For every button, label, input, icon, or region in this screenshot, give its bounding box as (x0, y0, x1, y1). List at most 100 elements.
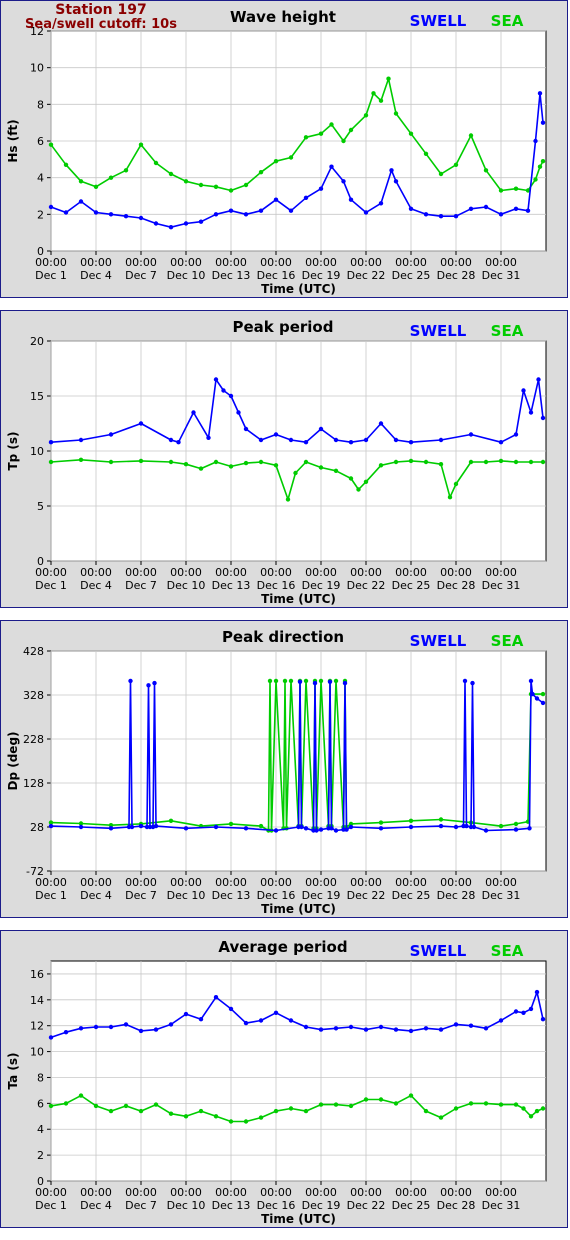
data-point-swell (468, 1023, 474, 1028)
data-point-swell (258, 1018, 264, 1023)
data-point-sea (408, 818, 414, 823)
x-tick-label-time: 00:00 (260, 1186, 292, 1199)
data-point-swell (348, 1024, 354, 1030)
x-tick-label-time: 00:00 (215, 1186, 247, 1199)
data-point-sea (267, 678, 273, 684)
data-point-sea (483, 168, 489, 173)
data-point-sea (93, 1103, 99, 1109)
data-point-swell (213, 377, 219, 382)
data-point-sea (438, 1115, 444, 1120)
data-point-sea (258, 823, 264, 829)
data-point-sea (198, 466, 204, 471)
data-point-sea (228, 821, 234, 827)
data-point-swell (533, 138, 538, 144)
data-point-swell (303, 440, 309, 445)
data-point-swell (258, 208, 264, 213)
data-point-sea (108, 459, 114, 465)
x-tick-label-date: Dec 16 (257, 889, 296, 902)
legend-swell: SWELL (410, 322, 467, 340)
data-point-swell (123, 214, 129, 219)
data-point-sea (521, 1106, 526, 1111)
data-point-sea (534, 1108, 540, 1114)
data-point-swell (108, 432, 114, 437)
data-point-swell (128, 678, 133, 684)
data-point-swell (408, 440, 414, 445)
data-point-swell (468, 206, 474, 211)
data-point-swell (312, 680, 318, 686)
data-point-sea (371, 91, 376, 96)
x-tick-label-time: 00:00 (395, 1186, 427, 1199)
x-tick-label-time: 00:00 (125, 1186, 157, 1199)
data-point-sea (363, 1097, 369, 1102)
data-point-swell (318, 827, 324, 832)
data-point-swell (498, 440, 504, 445)
data-point-swell (191, 410, 196, 415)
legend-sea: SEA (491, 632, 524, 650)
x-tick-label-date: Dec 1 (35, 889, 67, 902)
x-tick-label-time: 00:00 (350, 566, 382, 579)
x-tick-label-time: 00:00 (485, 566, 517, 579)
chart-panel-wave-height: 0 2 4 6 8 10 12 00:00 Dec 1 00:00 Dec 4 00:00 Dec 70… (0, 0, 568, 298)
x-tick-label-date: Dec 7 (125, 1199, 157, 1212)
data-point-sea (348, 476, 354, 481)
data-point-swell (138, 215, 144, 221)
x-tick-label-date: Dec 4 (80, 1199, 112, 1212)
data-point-sea (528, 459, 534, 465)
data-point-swell (348, 440, 354, 445)
station-block: Station 197 Sea/swell cutoff: 10s (1, 3, 201, 32)
data-point-sea (228, 464, 234, 469)
legend-sea: SEA (491, 12, 524, 30)
data-point-swell (483, 828, 489, 833)
data-point-sea (138, 458, 144, 464)
data-point-swell (393, 179, 399, 184)
x-axis-label: Time (UTC) (261, 902, 336, 916)
data-point-sea (213, 184, 219, 189)
x-tick-label-date: Dec 19 (302, 1199, 341, 1212)
data-point-swell (483, 1026, 489, 1031)
data-point-sea (288, 1106, 294, 1111)
data-point-sea (386, 76, 391, 81)
data-point-swell (423, 1026, 429, 1031)
data-point-swell (108, 212, 114, 217)
data-point-sea (341, 138, 346, 144)
data-point-swell (48, 823, 54, 829)
data-point-swell (48, 440, 54, 445)
y-tick-label: 228 (23, 733, 44, 746)
data-point-sea (498, 188, 504, 193)
data-point-swell (329, 164, 334, 169)
data-point-swell (318, 186, 324, 191)
wave-height-chart: 02468101200:00Dec 100:00Dec 400:00Dec 70… (6, 8, 547, 296)
data-point-sea (213, 459, 219, 465)
data-point-sea (303, 1108, 309, 1114)
x-tick-label-date: Dec 31 (482, 1199, 521, 1212)
x-tick-label-time: 00:00 (35, 876, 67, 889)
x-tick-label-date: Dec 19 (302, 889, 341, 902)
x-tick-label-time: 00:00 (305, 256, 337, 269)
data-point-sea (378, 820, 384, 825)
data-point-swell (288, 437, 294, 443)
data-point-swell (528, 678, 534, 684)
data-point-swell (534, 989, 540, 995)
y-tick-label: 10 (30, 445, 44, 458)
x-tick-label-time: 00:00 (170, 876, 202, 889)
data-point-swell (327, 679, 333, 684)
data-point-sea (333, 1102, 339, 1107)
data-point-sea (288, 678, 294, 684)
data-point-sea (273, 463, 279, 468)
data-point-sea (356, 487, 361, 492)
data-point-sea (348, 127, 354, 133)
station-cutoff: Sea/swell cutoff: 10s (25, 17, 177, 32)
data-point-swell (63, 210, 69, 215)
data-point-swell (453, 1022, 459, 1027)
data-point-sea (378, 463, 384, 468)
x-tick-label-date: Dec 31 (482, 579, 521, 592)
data-point-sea (468, 133, 474, 138)
data-point-swell (258, 437, 264, 443)
data-point-sea (63, 162, 69, 167)
x-tick-label-time: 00:00 (35, 1186, 67, 1199)
data-point-sea (243, 460, 249, 466)
data-point-swell (423, 212, 429, 217)
data-point-sea (78, 457, 84, 462)
data-point-sea (513, 821, 519, 827)
x-tick-label-date: Dec 13 (212, 269, 251, 282)
